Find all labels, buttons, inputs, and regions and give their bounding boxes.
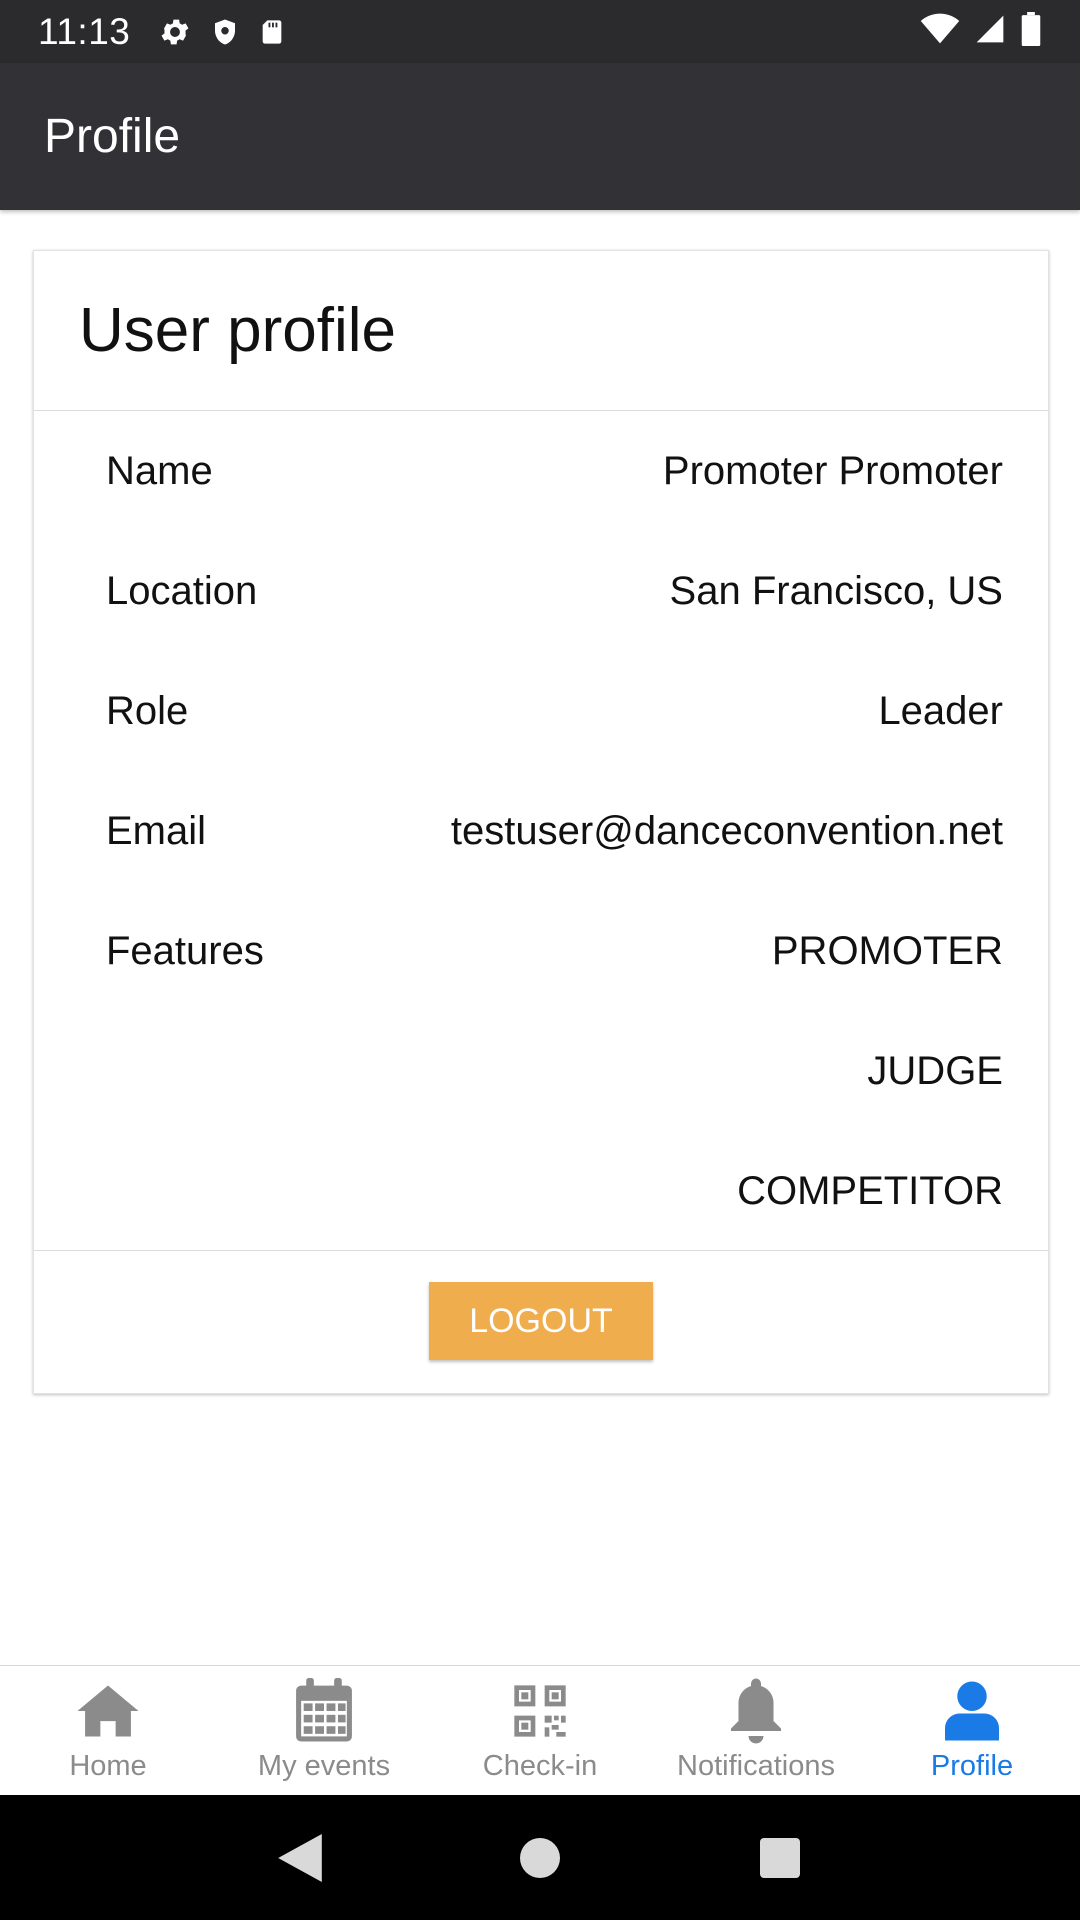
profile-row-name: Name Promoter Promoter: [34, 411, 1048, 531]
nav-label-profile: Profile: [930, 1750, 1014, 1782]
profile-row-feature: JUDGE: [34, 1011, 1048, 1131]
user-profile-card: User profile Name Promoter Promoter Loca…: [33, 250, 1049, 1394]
profile-row-feature: COMPETITOR: [34, 1131, 1048, 1251]
wifi-icon: [920, 13, 960, 50]
profile-row-role: Role Leader: [34, 651, 1048, 771]
role-label: Role: [106, 688, 189, 733]
status-bar: 11:13: [0, 0, 1080, 63]
person-icon: [945, 1678, 999, 1744]
nav-item-profile[interactable]: Profile: [864, 1666, 1080, 1795]
bottom-navigation: Home My events Check-in Notifications Pr…: [0, 1665, 1080, 1795]
card-footer: LOGOUT: [34, 1250, 1048, 1393]
nav-item-home[interactable]: Home: [0, 1666, 216, 1795]
shield-icon: [210, 15, 240, 49]
role-value: Leader: [878, 688, 1003, 733]
nav-label-home: Home: [69, 1750, 147, 1782]
feature-value: COMPETITOR: [737, 1168, 1003, 1213]
email-label: Email: [106, 808, 207, 853]
bell-icon: [726, 1678, 786, 1744]
recents-icon[interactable]: [740, 1818, 820, 1898]
location-label: Location: [106, 568, 258, 613]
system-navigation-bar: [0, 1795, 1080, 1920]
profile-details: Name Promoter Promoter Location San Fran…: [34, 411, 1048, 1251]
profile-row-location: Location San Francisco, US: [34, 531, 1048, 651]
location-value: San Francisco, US: [669, 568, 1003, 613]
gear-icon: [158, 15, 192, 49]
card-title: User profile: [79, 296, 396, 365]
back-icon[interactable]: [260, 1818, 340, 1898]
page-title: Profile: [44, 110, 181, 163]
status-time: 11:13: [38, 10, 131, 52]
name-value: Promoter Promoter: [662, 448, 1003, 493]
sd-card-icon: [258, 16, 286, 48]
feature-value: PROMOTER: [771, 928, 1003, 973]
qr-code-icon: [512, 1678, 568, 1744]
nav-label-my-events: My events: [257, 1750, 391, 1782]
name-label: Name: [106, 448, 213, 493]
nav-item-notifications[interactable]: Notifications: [648, 1666, 864, 1795]
profile-row-features: Features PROMOTER: [34, 891, 1048, 1011]
email-value: testuser@danceconvention.net: [450, 808, 1003, 853]
home-circle-icon[interactable]: [500, 1818, 580, 1898]
nav-label-check-in: Check-in: [482, 1750, 598, 1782]
calendar-icon: [293, 1678, 355, 1744]
profile-row-email: Email testuser@danceconvention.net: [34, 771, 1048, 891]
features-label: Features: [106, 928, 264, 973]
app-bar: Profile: [0, 63, 1080, 210]
nav-label-notifications: Notifications: [677, 1750, 835, 1782]
home-icon: [77, 1678, 139, 1744]
nav-item-check-in[interactable]: Check-in: [432, 1666, 648, 1795]
feature-value: JUDGE: [867, 1048, 1003, 1093]
card-header: User profile: [34, 251, 1048, 411]
nav-item-my-events[interactable]: My events: [216, 1666, 432, 1795]
signal-icon: [974, 13, 1006, 50]
logout-button[interactable]: LOGOUT: [429, 1282, 653, 1360]
battery-icon: [1020, 12, 1042, 51]
